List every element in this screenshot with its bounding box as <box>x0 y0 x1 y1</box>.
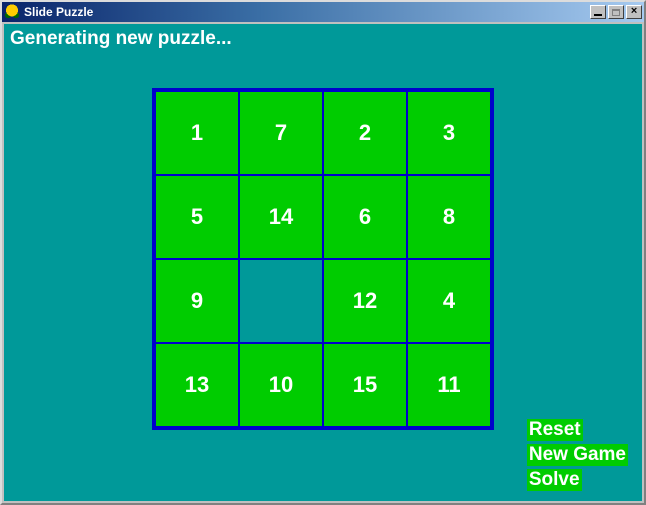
new-game-button[interactable]: New Game <box>527 444 628 466</box>
tile[interactable]: 8 <box>408 176 490 258</box>
puzzle-board: 1 7 2 3 5 14 6 8 9 12 4 13 10 15 11 <box>152 88 494 430</box>
solve-button[interactable]: Solve <box>527 469 582 491</box>
tile[interactable]: 15 <box>324 344 406 426</box>
tile[interactable]: 5 <box>156 176 238 258</box>
board-cell: 4 <box>408 260 490 342</box>
status-text: Generating new puzzle... <box>10 28 232 50</box>
board-cell: 14 <box>240 176 322 258</box>
board-cell-empty[interactable] <box>240 260 322 342</box>
tile[interactable]: 11 <box>408 344 490 426</box>
game-menu: Reset New Game Solve <box>527 419 628 491</box>
tile[interactable]: 13 <box>156 344 238 426</box>
app-window: Slide Puzzle × Generating new puzzle... … <box>0 0 646 505</box>
tile[interactable]: 4 <box>408 260 490 342</box>
tile[interactable]: 10 <box>240 344 322 426</box>
board-cell: 13 <box>156 344 238 426</box>
tile[interactable]: 3 <box>408 92 490 174</box>
tile[interactable]: 2 <box>324 92 406 174</box>
reset-button[interactable]: Reset <box>527 419 583 441</box>
tile[interactable]: 12 <box>324 260 406 342</box>
tile[interactable]: 14 <box>240 176 322 258</box>
tile[interactable]: 1 <box>156 92 238 174</box>
app-icon <box>4 4 20 20</box>
tile[interactable]: 6 <box>324 176 406 258</box>
board-cell: 1 <box>156 92 238 174</box>
board-cell: 10 <box>240 344 322 426</box>
board-cell: 12 <box>324 260 406 342</box>
board-cell: 6 <box>324 176 406 258</box>
maximize-button <box>608 5 624 19</box>
window-controls: × <box>588 5 642 19</box>
board-cell: 3 <box>408 92 490 174</box>
tile[interactable]: 9 <box>156 260 238 342</box>
minimize-button[interactable] <box>590 5 606 19</box>
close-button[interactable]: × <box>626 5 642 19</box>
board-cell: 11 <box>408 344 490 426</box>
board-cell: 15 <box>324 344 406 426</box>
board-cell: 8 <box>408 176 490 258</box>
titlebar[interactable]: Slide Puzzle × <box>2 2 644 22</box>
tile[interactable]: 7 <box>240 92 322 174</box>
board-cell: 5 <box>156 176 238 258</box>
window-title: Slide Puzzle <box>24 5 588 19</box>
board-cell: 7 <box>240 92 322 174</box>
board-cell: 9 <box>156 260 238 342</box>
game-area: Generating new puzzle... 1 7 2 3 5 14 6 … <box>4 24 642 501</box>
board-cell: 2 <box>324 92 406 174</box>
